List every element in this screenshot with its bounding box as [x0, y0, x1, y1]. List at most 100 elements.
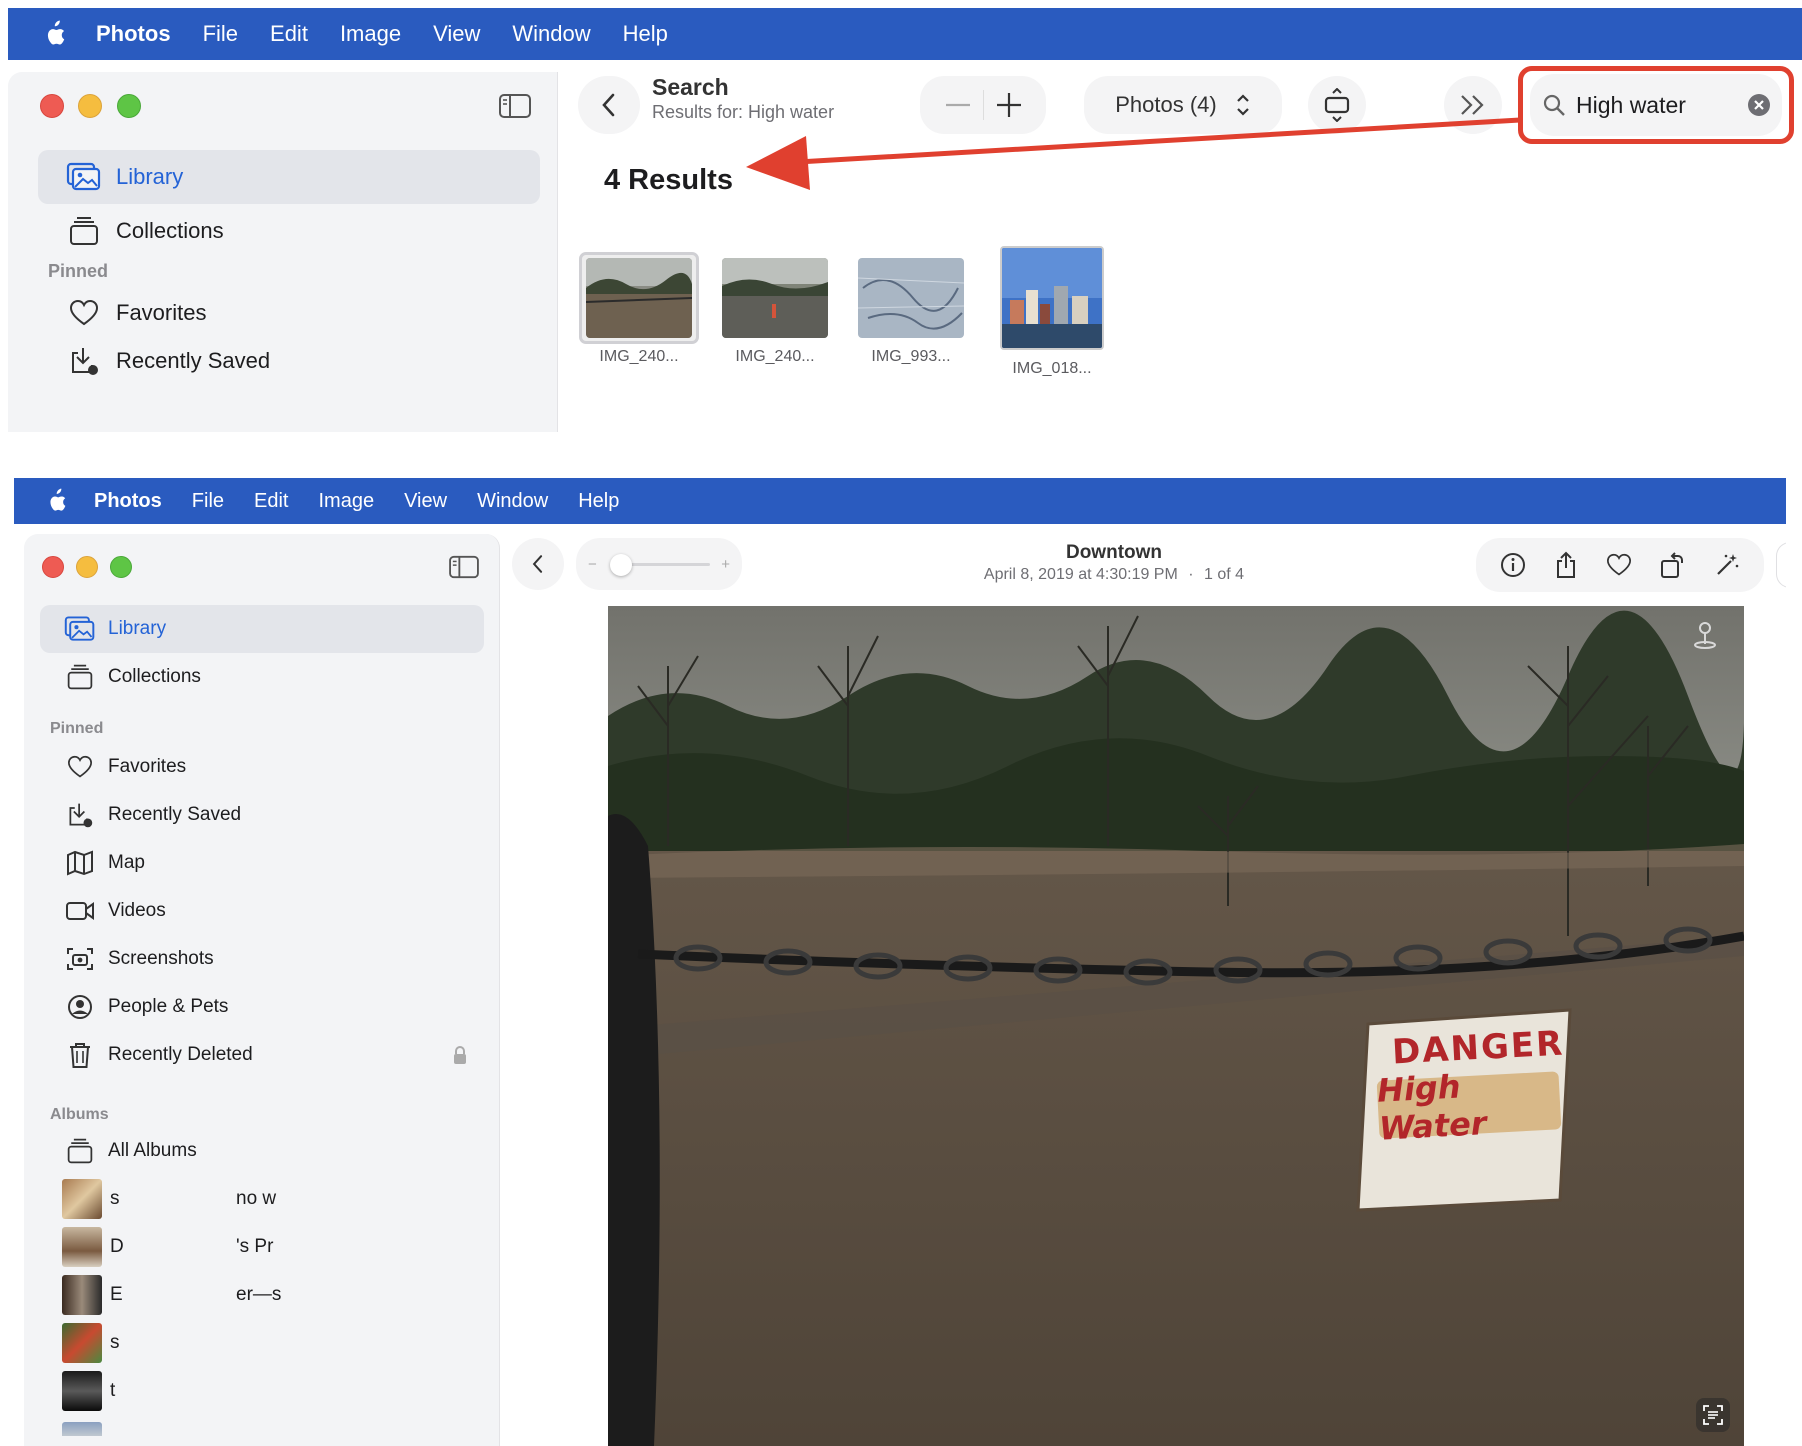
sidebar-item-people-pets[interactable]: People & Pets — [40, 983, 484, 1031]
pinned-section-header: Pinned — [50, 720, 104, 737]
album-thumbnail — [62, 1179, 102, 1219]
search-field[interactable]: High water — [1530, 74, 1782, 136]
sidebar-item-library[interactable]: Library — [38, 150, 540, 204]
minimize-window-button[interactable] — [78, 94, 102, 118]
menu-edit[interactable]: Edit — [270, 21, 308, 47]
zoom-window-button[interactable] — [117, 94, 141, 118]
album-name-start: s — [110, 1188, 120, 1209]
menu-file[interactable]: File — [192, 490, 224, 513]
menu-photos[interactable]: Photos — [96, 21, 171, 47]
screenshot-icon — [62, 946, 98, 972]
sidebar-toggle-icon[interactable] — [448, 554, 480, 580]
album-row[interactable]: E er—s — [40, 1271, 484, 1319]
bottom-window: Library Collections Pinned Favorites Rec… — [14, 524, 1786, 1446]
menu-view[interactable]: View — [404, 490, 447, 513]
albums-section-header: Albums — [50, 1106, 109, 1123]
menu-view[interactable]: View — [433, 21, 480, 47]
sidebar-item-label: Library — [108, 618, 167, 639]
menu-image[interactable]: Image — [340, 21, 401, 47]
sidebar-item-label: Screenshots — [108, 948, 214, 969]
thumbnail-3[interactable] — [858, 258, 964, 338]
bottom-menu-bar: Photos File Edit Image View Window Help — [14, 478, 1786, 524]
zoom-slider[interactable]: − + — [576, 538, 742, 590]
menu-help[interactable]: Help — [623, 21, 668, 47]
menu-image[interactable]: Image — [318, 490, 374, 513]
collections-icon — [62, 663, 98, 691]
toolbar-overflow-edge — [1776, 542, 1786, 588]
sidebar-item-recently-saved[interactable]: Recently Saved — [40, 791, 484, 839]
recently-saved-icon — [64, 345, 104, 377]
live-text-icon[interactable] — [1696, 1398, 1730, 1432]
album-row[interactable]: t — [40, 1367, 484, 1415]
clear-search-icon[interactable] — [1748, 94, 1770, 116]
sidebar-item-label: Favorites — [116, 300, 207, 325]
thumbnail-4[interactable] — [1000, 246, 1104, 350]
results-heading: 4 Results — [604, 164, 733, 196]
album-row[interactable]: D 's Pr — [40, 1223, 484, 1271]
sidebar-item-library[interactable]: Library — [40, 605, 484, 653]
sidebar-item-label: Recently Saved — [116, 348, 271, 373]
heart-icon — [64, 299, 104, 327]
sidebar-item-label: All Albums — [108, 1140, 197, 1161]
sign-high-water-text: High Water — [1376, 1067, 1562, 1148]
location-pin-icon — [1692, 620, 1718, 650]
pinned-section-header: Pinned — [48, 261, 109, 281]
back-button[interactable] — [578, 76, 640, 134]
share-icon[interactable] — [1554, 551, 1578, 579]
album-thumbnail — [62, 1371, 102, 1411]
sidebar-item-recently-saved[interactable]: Recently Saved — [38, 334, 540, 388]
thumbnail-1[interactable] — [586, 258, 692, 338]
sidebar-item-label: Collections — [108, 666, 201, 687]
magic-wand-icon[interactable] — [1714, 552, 1740, 578]
sidebar-item-label: Recently Deleted — [108, 1044, 253, 1065]
zoom-slider-knob[interactable] — [610, 554, 632, 576]
close-window-button[interactable] — [40, 94, 64, 118]
sidebar-item-recently-deleted[interactable]: Recently Deleted — [40, 1031, 484, 1079]
album-row[interactable]: s no w — [40, 1175, 484, 1223]
collections-icon — [64, 215, 104, 247]
rotate-icon[interactable] — [1660, 551, 1686, 579]
sidebar-item-screenshots[interactable]: Screenshots — [40, 935, 484, 983]
apple-menu-icon[interactable] — [40, 20, 68, 48]
menu-window[interactable]: Window — [512, 21, 590, 47]
sidebar-item-label: Map — [108, 852, 145, 873]
album-name-start: D — [110, 1236, 124, 1257]
sidebar-item-videos[interactable]: Videos — [40, 887, 484, 935]
page-title: Search — [652, 74, 729, 100]
album-name-end: no w — [236, 1188, 277, 1209]
album-name-end: 's Pr — [236, 1236, 274, 1257]
apple-menu-icon[interactable] — [42, 487, 70, 515]
sidebar-item-all-albums[interactable]: All Albums — [40, 1127, 484, 1175]
info-icon[interactable] — [1500, 552, 1526, 578]
sidebar-item-favorites[interactable]: Favorites — [40, 743, 484, 791]
sidebar-item-collections[interactable]: Collections — [38, 204, 540, 258]
thumbnail-2[interactable] — [722, 258, 828, 338]
zoom-out-label: − — [588, 555, 597, 573]
map-icon — [62, 850, 98, 876]
sidebar-item-map[interactable]: Map — [40, 839, 484, 887]
zoom-window-button[interactable] — [110, 556, 132, 578]
album-thumbnail — [62, 1275, 102, 1315]
menu-edit[interactable]: Edit — [254, 490, 288, 513]
menu-photos[interactable]: Photos — [94, 490, 162, 513]
minimize-window-button[interactable] — [76, 556, 98, 578]
sidebar-toggle-icon[interactable] — [498, 92, 532, 120]
trash-icon — [62, 1041, 98, 1069]
sidebar-item-collections[interactable]: Collections — [40, 653, 484, 701]
album-row[interactable]: s — [40, 1319, 484, 1367]
menu-help[interactable]: Help — [578, 490, 619, 513]
menu-file[interactable]: File — [203, 21, 238, 47]
back-button[interactable] — [512, 538, 564, 590]
thumbnail-label: IMG_993... — [871, 348, 951, 365]
close-window-button[interactable] — [42, 556, 64, 578]
search-icon — [1542, 93, 1566, 117]
video-camera-icon — [62, 900, 98, 922]
zoom-out-button[interactable] — [933, 103, 983, 107]
photo-title: Downtown — [1065, 542, 1163, 563]
favorite-heart-icon[interactable] — [1606, 553, 1632, 577]
album-name-end: er—s — [236, 1284, 282, 1305]
search-input[interactable]: High water — [1576, 92, 1686, 119]
sidebar-item-favorites[interactable]: Favorites — [38, 286, 540, 340]
heart-icon — [62, 755, 98, 779]
menu-window[interactable]: Window — [477, 490, 548, 513]
